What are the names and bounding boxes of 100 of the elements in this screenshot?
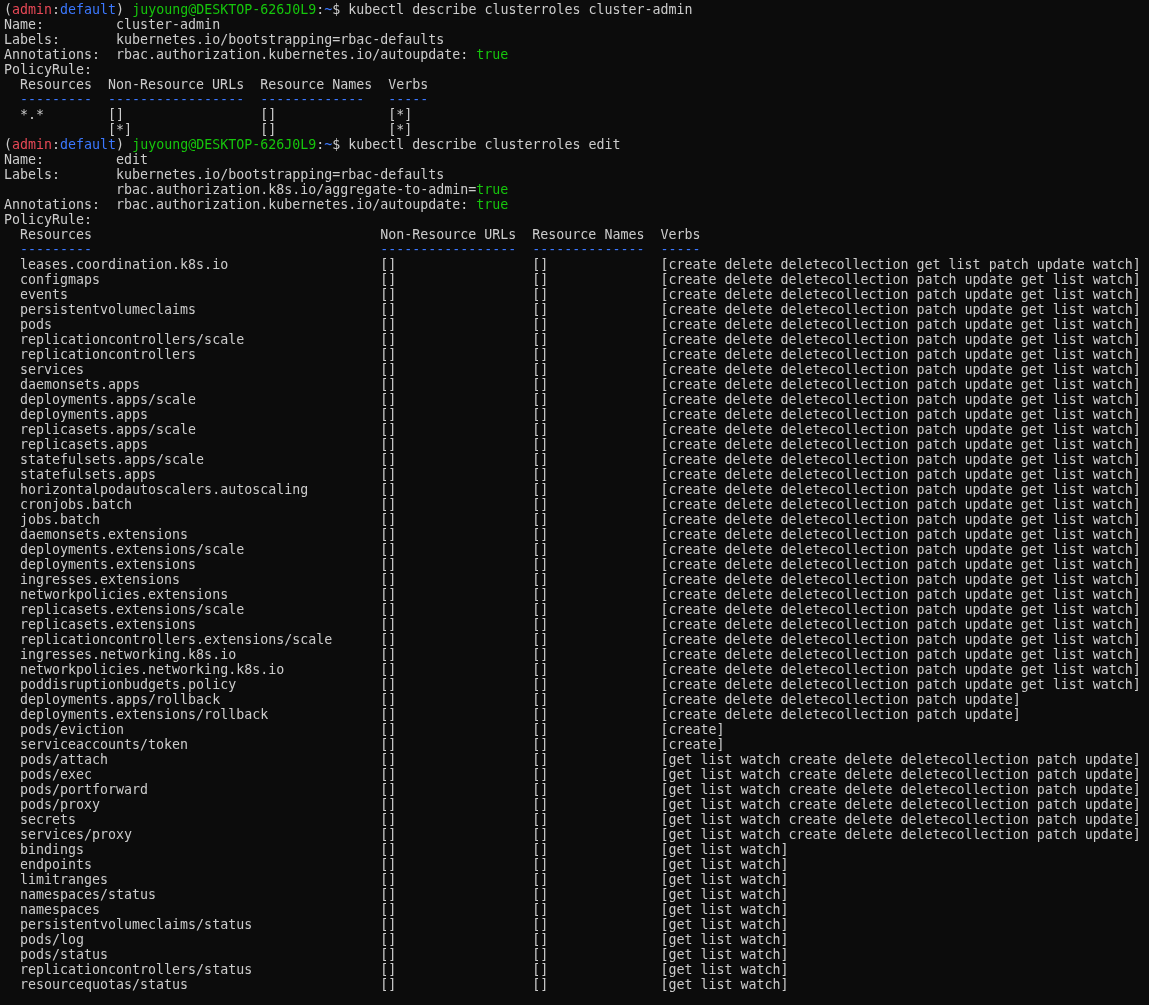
field-value: rbac.authorization.k8s.io/aggregate-to-admin=true: [116, 182, 509, 197]
table-cell: [create delete deletecollection patch update get list watch]: [660, 392, 1141, 407]
table-cell-text: []: [380, 662, 398, 677]
table-cell: [get list watch]: [660, 887, 789, 902]
table-cell-text: []: [380, 782, 398, 797]
table-cell-text: resourcequotas/status: [20, 977, 190, 992]
table-cell: [create delete deletecollection patch update get list watch]: [660, 527, 1141, 542]
table-cell: [get list watch]: [660, 947, 789, 962]
table-cell: [create delete deletecollection patch update get list watch]: [660, 617, 1141, 632]
column-header: Non-Resource URLs: [380, 227, 518, 242]
field-value: edit: [116, 152, 149, 167]
column-header: Resources: [20, 77, 94, 92]
table-cell: [create delete deletecollection patch update get list watch]: [660, 542, 1141, 557]
table-cell-text: []: [532, 392, 550, 407]
table-cell-text: []: [532, 602, 550, 617]
table-cell-text: statefulsets.apps/scale: [20, 452, 206, 467]
table-cell-text: ingresses.networking.k8s.io: [20, 647, 238, 662]
table-cell-text: deployments.apps/scale: [20, 392, 198, 407]
column-header: Resource Names: [260, 77, 374, 92]
table-cell-text: []: [532, 482, 550, 497]
table-cell-text: []: [380, 722, 398, 737]
table-cell: [create delete deletecollection patch update get list watch]: [660, 677, 1141, 692]
table-cell-text: events: [20, 287, 70, 302]
table-cell-text: []: [532, 677, 550, 692]
table-cell-text: cronjobs.batch: [20, 497, 134, 512]
table-cell-text: configmaps: [20, 272, 102, 287]
table-cell-text: []: [380, 362, 398, 377]
table-cell-text: []: [532, 452, 550, 467]
table-cell-text: []: [380, 707, 398, 722]
table-cell-text: []: [532, 722, 550, 737]
table-cell-text: []: [532, 812, 550, 827]
table-cell-text: []: [380, 632, 398, 647]
table-cell-text: []: [532, 977, 550, 992]
table-cell-text: []: [380, 392, 398, 407]
table-cell-text: pods/status: [20, 947, 110, 962]
column-rule: -----------------: [380, 242, 518, 257]
table-cell: [create delete deletecollection patch update get list watch]: [660, 497, 1141, 512]
table-cell: [get list watch]: [660, 932, 789, 947]
table-cell-text: []: [380, 767, 398, 782]
field-value: cluster-admin: [116, 17, 221, 32]
table-cell-text: replicationcontrollers: [20, 347, 198, 362]
table-cell: [create delete deletecollection patch update get list watch]: [660, 347, 1141, 362]
table-cell-text: []: [532, 332, 550, 347]
table-cell-text: daemonsets.apps: [20, 377, 142, 392]
table-cell: [get list watch]: [660, 962, 789, 977]
table-cell: [create delete deletecollection patch update]: [660, 692, 1021, 707]
table-cell-text: []: [532, 587, 550, 602]
column-header: Verbs: [388, 77, 429, 92]
table-cell-text: []: [380, 317, 398, 332]
table-cell-text: ingresses.extensions: [20, 572, 182, 587]
table-cell-text: []: [380, 497, 398, 512]
table-cell-text: replicasets.extensions/scale: [20, 602, 246, 617]
table-cell: [get list watch create delete deletecollection patch update]: [660, 812, 1141, 827]
table-cell-text: []: [532, 542, 550, 557]
table-cell-text: []: [380, 377, 398, 392]
table-cell-text: []: [532, 632, 550, 647]
table-cell-text: []: [532, 842, 550, 857]
column-header: Non-Resource URLs: [108, 77, 246, 92]
table-cell-text: []: [380, 272, 398, 287]
table-cell-text: networkpolicies.extensions: [20, 587, 230, 602]
table-cell-text: []: [532, 647, 550, 662]
table-cell-text: []: [380, 422, 398, 437]
table-cell: [create delete deletecollection patch update]: [660, 707, 1021, 722]
table-cell-text: []: [380, 977, 398, 992]
column-rule: ---------: [20, 242, 94, 257]
table-cell: [get list watch]: [660, 872, 789, 887]
table-cell: [get list watch]: [660, 857, 789, 872]
table-cell: [create delete deletecollection patch update get list watch]: [660, 572, 1141, 587]
table-cell-text: []: [532, 947, 550, 962]
table-cell: [create delete deletecollection patch update get list watch]: [660, 452, 1141, 467]
table-cell-text: []: [380, 557, 398, 572]
table-cell: [create delete deletecollection patch update get list watch]: [660, 377, 1141, 392]
table-cell-text: []: [532, 692, 550, 707]
table-cell-text: []: [380, 917, 398, 932]
field-label: Annotations:: [4, 47, 102, 62]
table-cell-text: []: [380, 677, 398, 692]
table-cell-text: replicationcontrollers.extensions/scale: [20, 632, 334, 647]
column-rule: ---------: [20, 92, 94, 107]
section-label: PolicyRule:: [4, 212, 94, 227]
prompt-text: (admin:default) juyoung@DESKTOP-626J0L9:~$: [4, 2, 341, 17]
table-cell-text: []: [108, 107, 126, 122]
table-cell-text: horizontalpodautoscalers.autoscaling: [20, 482, 310, 497]
field-label: Name:: [4, 17, 46, 32]
table-cell-text: pods/proxy: [20, 797, 102, 812]
field-value: kubernetes.io/bootstrapping=rbac-defaults: [116, 167, 445, 182]
table-cell: [get list watch create delete deletecollection patch update]: [660, 752, 1141, 767]
table-cell-text: []: [532, 317, 550, 332]
table-cell-text: []: [380, 467, 398, 482]
table-cell-text: deployments.apps/rollback: [20, 692, 222, 707]
table-cell: [create delete deletecollection patch update get list watch]: [660, 437, 1141, 452]
field-label: Name:: [4, 152, 46, 167]
table-cell: [get list watch]: [660, 917, 789, 932]
table-cell: [create delete deletecollection patch update get list watch]: [660, 467, 1141, 482]
section-label: PolicyRule:: [4, 62, 94, 77]
table-cell: [create]: [660, 722, 725, 737]
table-cell-text: []: [532, 422, 550, 437]
table-cell-text: []: [380, 857, 398, 872]
table-cell-text: *.*: [20, 107, 46, 122]
table-cell-text: bindings: [20, 842, 86, 857]
table-cell: [get list watch]: [660, 902, 789, 917]
